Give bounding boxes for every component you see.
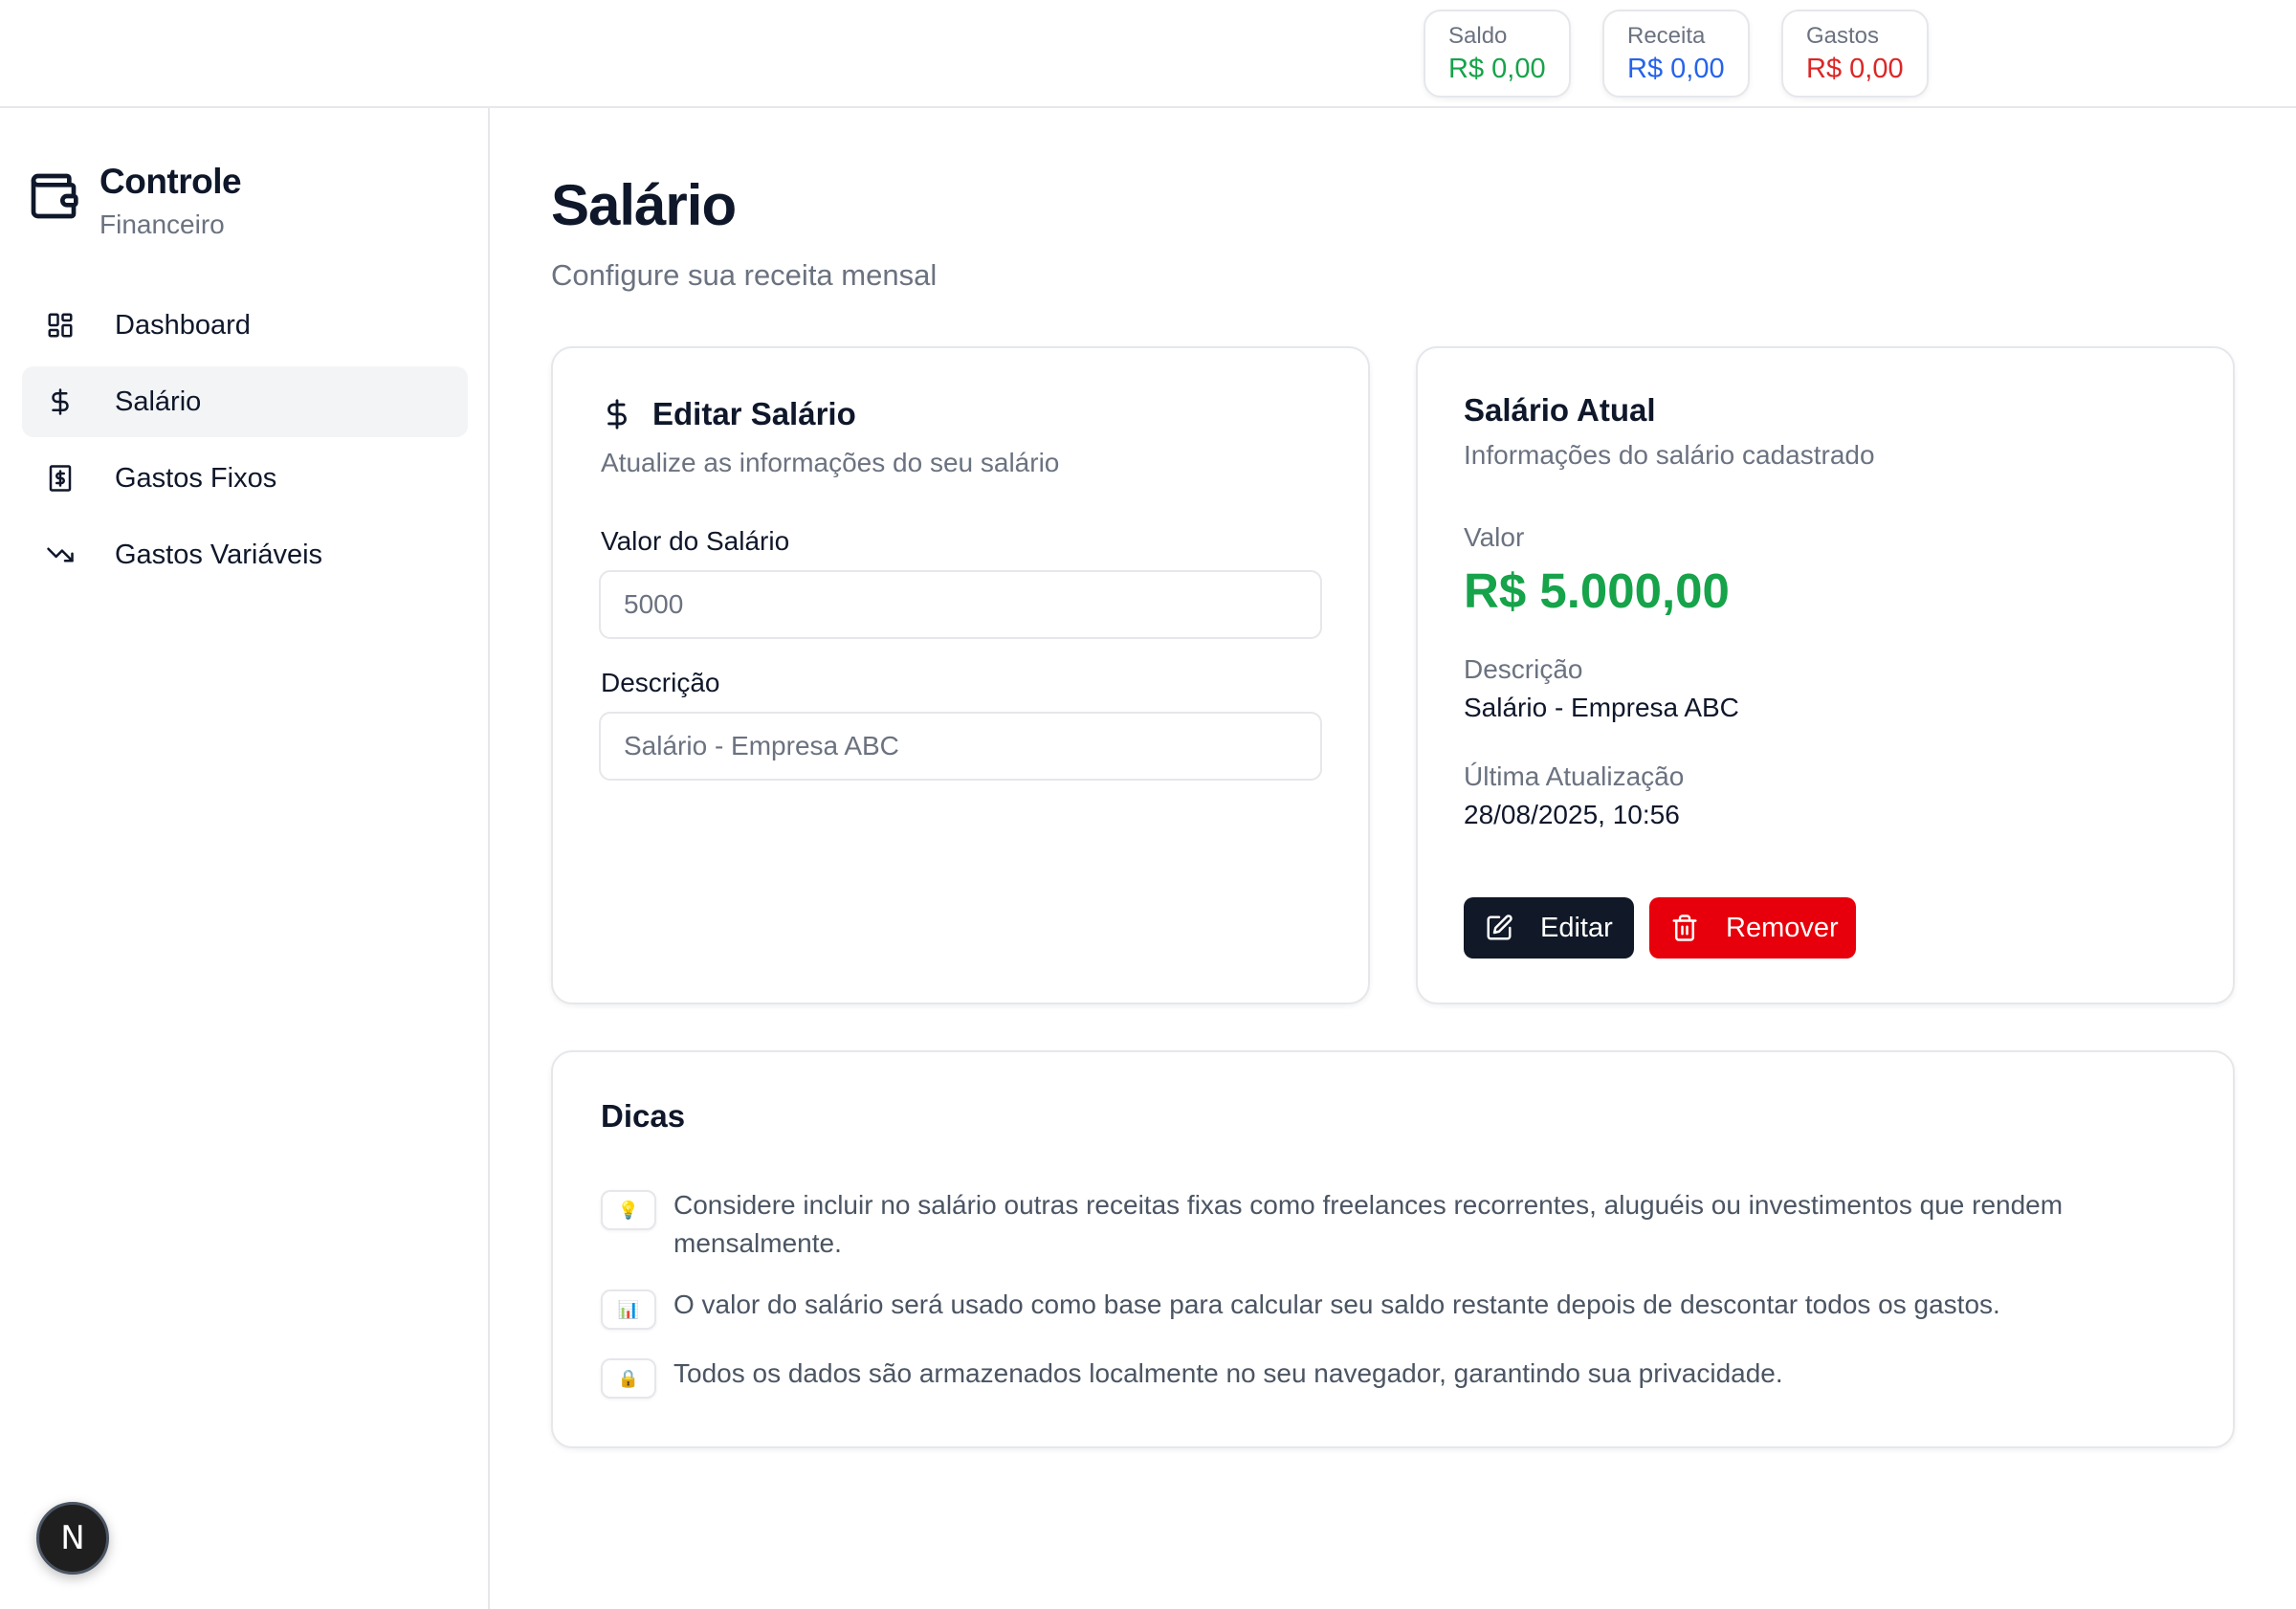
stat-label: Saldo [1448, 23, 1508, 49]
brand-subtitle: Financeiro [99, 209, 225, 239]
card-title: Salário Atual [1464, 392, 1656, 428]
stat-value: R$ 0,00 [1627, 54, 1725, 84]
card-title: Dicas [601, 1098, 686, 1134]
edit-salary-card: Editar Salário Atualize as informações d… [551, 346, 1370, 1004]
lightbulb-icon: 💡 [601, 1190, 656, 1230]
tips-card: Dicas 💡 Considere incluir no salário out… [551, 1050, 2235, 1448]
sidebar-item-salario[interactable]: Salário [22, 366, 468, 437]
trash-icon [1672, 915, 1697, 941]
tip-text: O valor do salário será usado como base … [673, 1289, 2000, 1319]
stat-card-receita: Receita R$ 0,00 [1602, 10, 1750, 98]
salary-field-label: Valor do Salário [601, 526, 790, 556]
salary-input[interactable] [599, 570, 1322, 639]
sidebar: Controle Financeiro Dashboard Salário Ga… [0, 108, 490, 1609]
wallet-icon [31, 173, 78, 219]
card-title: Editar Salário [652, 396, 856, 431]
tip-text: Considere incluir no salário outras rece… [673, 1190, 2064, 1258]
salary-value: R$ 5.000,00 [1464, 563, 1730, 618]
last-updated-label: Última Atualização [1464, 761, 1685, 791]
sidebar-item-label: Gastos Variáveis [115, 539, 323, 570]
stat-label: Gastos [1806, 23, 1880, 49]
card-subtitle: Informações do salário cadastrado [1464, 440, 1875, 470]
lock-icon: 🔒 [601, 1358, 656, 1399]
stat-label: Receita [1627, 23, 1706, 49]
bar-chart-icon: 📊 [601, 1289, 656, 1330]
value-label: Valor [1464, 522, 1525, 552]
last-updated-value: 28/08/2025, 10:56 [1464, 800, 1680, 829]
sidebar-item-label: Dashboard [115, 309, 251, 341]
receipt-icon [45, 463, 76, 494]
description-label: Descrição [1464, 654, 1583, 684]
edit-button[interactable]: Editar [1464, 897, 1634, 959]
description-input[interactable] [599, 712, 1322, 781]
current-salary-card: Salário Atual Informações do salário cad… [1416, 346, 2235, 1004]
card-subtitle: Atualize as informações do seu salário [601, 448, 1060, 477]
dashboard-icon [45, 310, 76, 341]
tip-item: 🔒 Todos os dados são armazenados localme… [601, 1358, 2147, 1399]
tip-item: 📊 O valor do salário será usado como bas… [601, 1289, 2147, 1330]
stat-card-gastos: Gastos R$ 0,00 [1781, 10, 1929, 98]
page-title: Salário [551, 173, 737, 237]
tip-item: 💡 Considere incluir no salário outras re… [601, 1190, 2147, 1263]
edit-button-label: Editar [1540, 912, 1613, 943]
trending-down-icon [45, 540, 76, 570]
sidebar-item-gastos-variaveis[interactable]: Gastos Variáveis [22, 519, 468, 590]
sidebar-item-dashboard[interactable]: Dashboard [22, 290, 468, 361]
edit-icon [1487, 915, 1512, 940]
top-bar: Saldo R$ 0,00 Receita R$ 0,00 Gastos R$ … [0, 0, 2296, 108]
stat-value: R$ 0,00 [1448, 54, 1546, 84]
stat-value: R$ 0,00 [1806, 54, 1904, 84]
remove-button[interactable]: Remover [1649, 897, 1856, 959]
description-field-label: Descrição [601, 668, 720, 697]
remove-button-label: Remover [1726, 912, 1839, 943]
sidebar-item-label: Gastos Fixos [115, 462, 277, 494]
dollar-icon [45, 386, 76, 417]
page-subtitle: Configure sua receita mensal [551, 258, 938, 292]
brand-title: Controle [99, 162, 242, 201]
nextjs-badge[interactable]: N [36, 1502, 109, 1575]
tip-text: Todos os dados são armazenados localment… [673, 1358, 1783, 1388]
description-value: Salário - Empresa ABC [1464, 693, 1739, 722]
sidebar-item-label: Salário [115, 386, 202, 417]
stat-card-saldo: Saldo R$ 0,00 [1424, 10, 1571, 98]
sidebar-item-gastos-fixos[interactable]: Gastos Fixos [22, 443, 468, 514]
dollar-icon [607, 399, 627, 430]
